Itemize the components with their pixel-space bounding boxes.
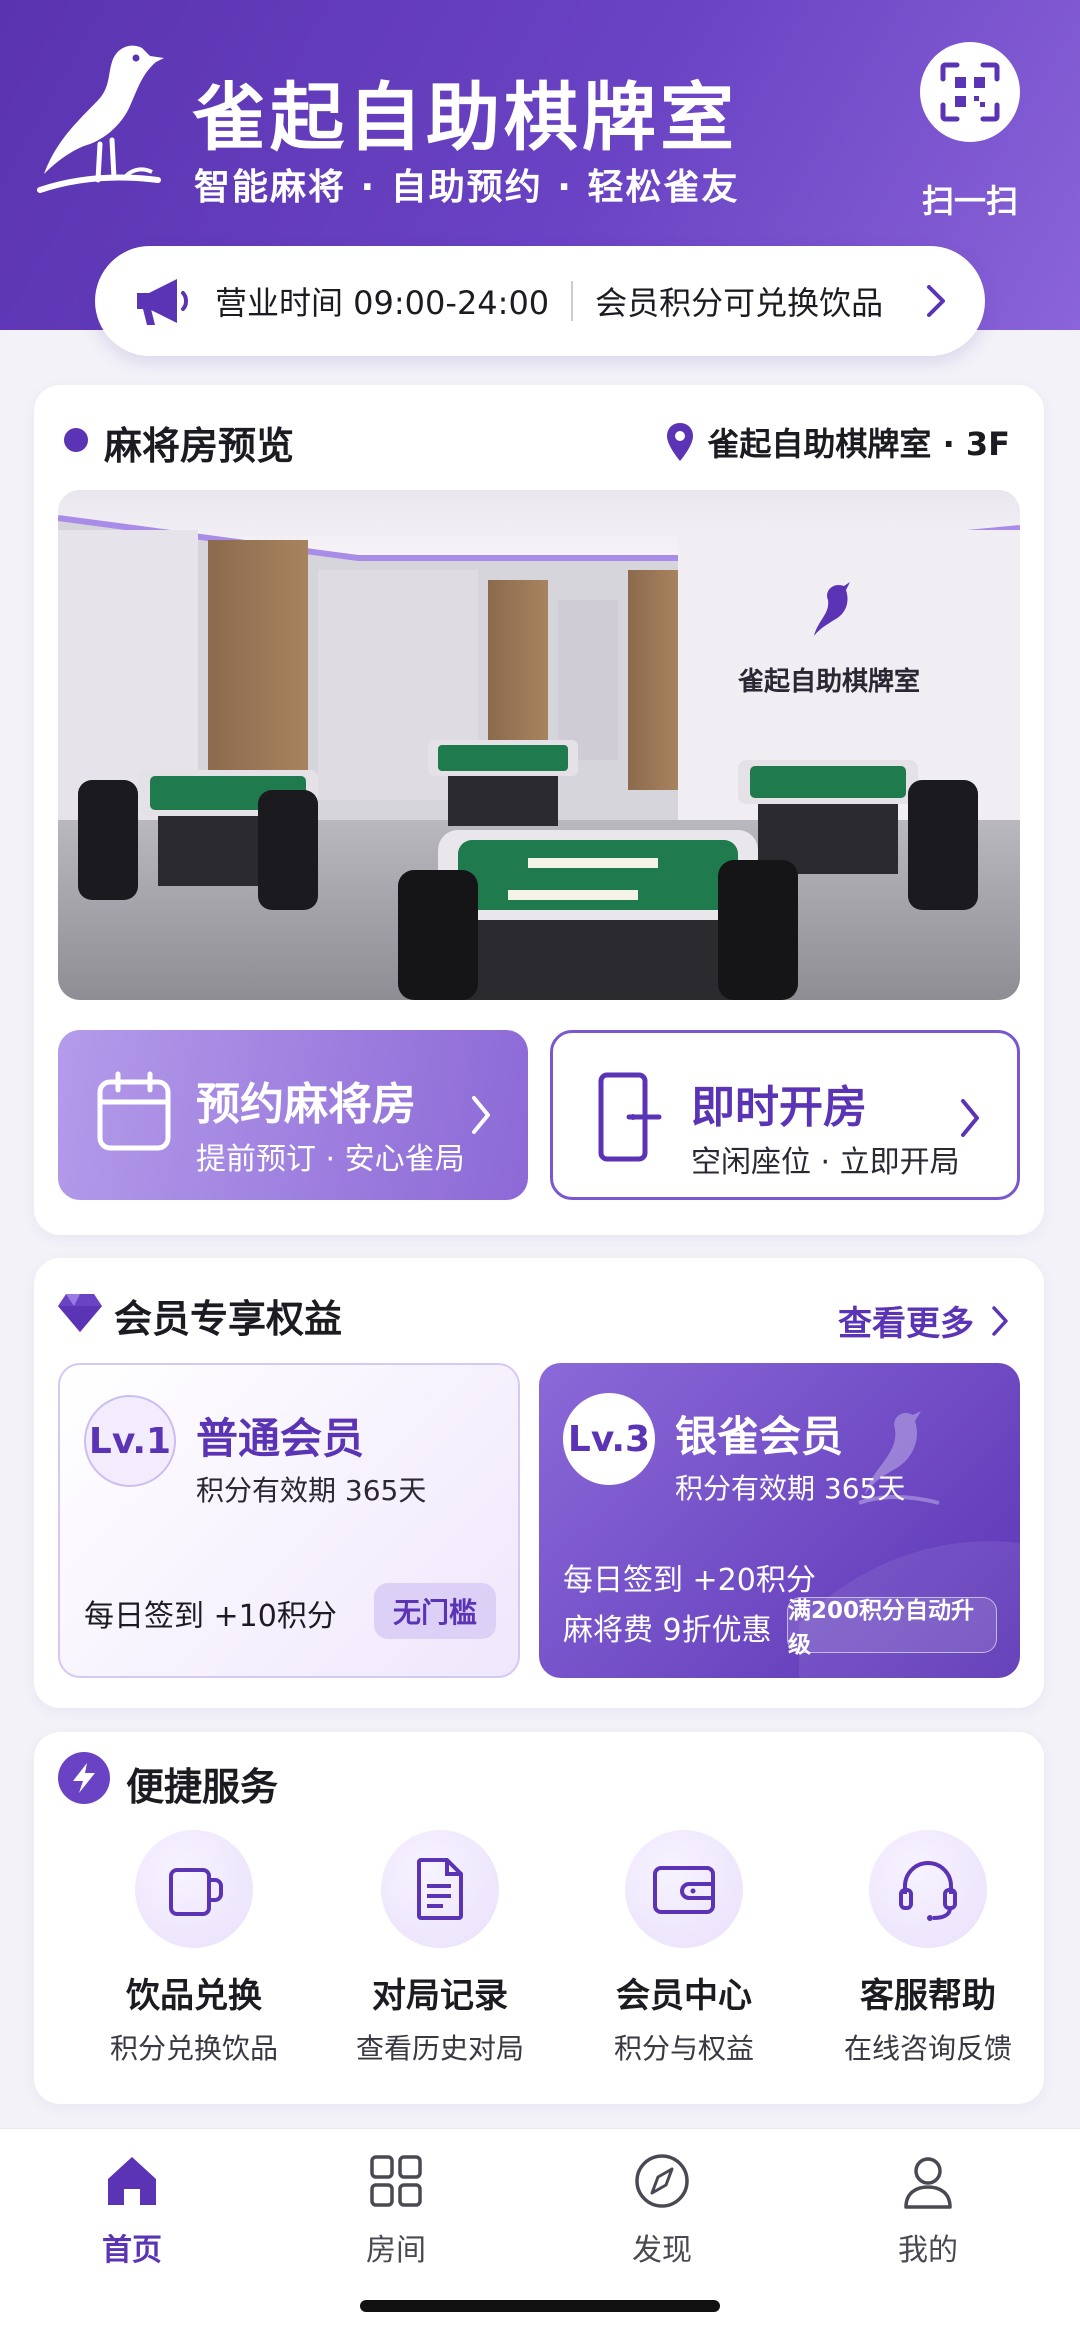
reserve-room-subtitle: 提前预订 · 安心雀局 bbox=[196, 1142, 465, 1177]
service-sub: 查看历史对局 bbox=[355, 2032, 524, 2065]
room-preview-title: 麻将房预览 bbox=[104, 424, 295, 468]
tab-label: 首页 bbox=[102, 2233, 162, 2268]
section-dot bbox=[64, 428, 88, 452]
tab-home[interactable]: 首页 bbox=[62, 2151, 202, 2269]
bird-logo-icon bbox=[37, 45, 164, 193]
door-icon bbox=[598, 1072, 662, 1162]
tier-perk: 每日签到 +10积分 bbox=[84, 1599, 337, 1634]
notice-divider bbox=[571, 281, 574, 321]
tab-label: 房间 bbox=[366, 2233, 426, 2268]
level-badge: Lv.3 bbox=[563, 1393, 655, 1485]
tier-name: 普通会员 bbox=[196, 1414, 365, 1463]
tier-tag: 无门槛 bbox=[374, 1583, 496, 1639]
notice-bar[interactable]: 营业时间 09:00-24:00 会员积分可兑换饮品 bbox=[95, 246, 985, 356]
service-sub: 积分与权益 bbox=[613, 2032, 754, 2065]
service-sub: 在线咨询反馈 bbox=[843, 2032, 1012, 2065]
services-card: 便捷服务 饮品兑换 积分兑换饮品 对局记录 查看历史对局 会员中心 积分与权益 … bbox=[34, 1732, 1044, 2104]
tab-profile[interactable]: 我的 bbox=[858, 2151, 998, 2269]
tier-tag: 满200积分自动升级 bbox=[787, 1597, 997, 1658]
level-badge: Lv.1 bbox=[84, 1395, 176, 1487]
tier-perk: 每日签到 +20积分 bbox=[563, 1563, 816, 1598]
cup-icon bbox=[169, 1868, 223, 1916]
diamond-icon bbox=[58, 1294, 102, 1332]
tier-name: 银雀会员 bbox=[675, 1412, 844, 1461]
scan-button[interactable] bbox=[920, 42, 1020, 142]
notice-message: 会员积分可兑换饮品 bbox=[595, 284, 884, 322]
service-sub: 积分兑换饮品 bbox=[109, 2032, 278, 2065]
tier-card-silver[interactable]: Lv.3 银雀会员 积分有效期 365天 每日签到 +20积分 麻将费 9折优惠… bbox=[539, 1363, 1020, 1678]
location-text: 雀起自助棋牌室 · 3F bbox=[707, 425, 1010, 463]
calendar-icon bbox=[97, 1071, 171, 1151]
reserve-room-button[interactable]: 预约麻将房 提前预订 · 安心雀局 bbox=[58, 1030, 528, 1200]
service-match-records[interactable]: 对局记录 查看历史对局 bbox=[330, 1830, 550, 2067]
tier-perk: 麻将费 9折优惠 bbox=[563, 1613, 772, 1648]
location-pin-icon bbox=[667, 423, 694, 461]
service-drink-exchange[interactable]: 饮品兑换 积分兑换饮品 bbox=[84, 1830, 304, 2067]
chevron-right-icon bbox=[472, 1096, 490, 1134]
tab-discover[interactable]: 发现 bbox=[592, 2151, 732, 2269]
membership-card: 会员专享权益 查看更多 Lv.1 普通会员 积分有效期 365天 每日签到 +1… bbox=[34, 1258, 1044, 1708]
business-hours: 营业时间 09:00-24:00 bbox=[215, 284, 550, 322]
home-indicator[interactable] bbox=[360, 2300, 720, 2312]
grid-icon bbox=[370, 2155, 422, 2207]
tier-card-basic[interactable]: Lv.1 普通会员 积分有效期 365天 每日签到 +10积分 无门槛 bbox=[58, 1363, 520, 1678]
lightning-icon bbox=[58, 1752, 110, 1804]
tab-label: 我的 bbox=[898, 2233, 958, 2268]
service-name: 客服帮助 bbox=[860, 1976, 996, 2016]
service-name: 饮品兑换 bbox=[126, 1976, 262, 2016]
user-icon bbox=[904, 2157, 952, 2209]
service-customer-help[interactable]: 客服帮助 在线咨询反馈 bbox=[818, 1830, 1038, 2067]
tier-validity: 积分有效期 365天 bbox=[196, 1474, 427, 1507]
tab-label: 发现 bbox=[632, 2233, 692, 2268]
app-subtitle: 智能麻将 · 自助预约 · 轻松雀友 bbox=[194, 167, 740, 208]
tab-rooms[interactable]: 房间 bbox=[326, 2151, 466, 2269]
service-member-center[interactable]: 会员中心 积分与权益 bbox=[574, 1830, 794, 2067]
tier-validity: 积分有效期 365天 bbox=[675, 1472, 906, 1505]
qr-scan-icon bbox=[940, 62, 1000, 122]
wallet-icon bbox=[653, 1866, 715, 1914]
service-name: 会员中心 bbox=[616, 1976, 752, 2016]
instant-open-subtitle: 空闲座位 · 立即开局 bbox=[691, 1145, 960, 1180]
membership-title: 会员专享权益 bbox=[114, 1297, 343, 1341]
room-preview-card: 麻将房预览 雀起自助棋牌室 · 3F 雀起自助棋牌室 预约麻将房 提前预订 · … bbox=[34, 385, 1044, 1235]
service-name: 对局记录 bbox=[372, 1976, 508, 2016]
instant-open-button[interactable]: 即时开房 空闲座位 · 立即开局 bbox=[550, 1030, 1020, 1200]
reserve-room-title: 预约麻将房 bbox=[196, 1079, 416, 1130]
chevron-right-icon bbox=[927, 285, 945, 317]
home-icon bbox=[108, 2157, 156, 2205]
megaphone-icon bbox=[137, 279, 188, 325]
instant-open-title: 即时开房 bbox=[691, 1082, 867, 1133]
app-title: 雀起自助棋牌室 bbox=[192, 75, 738, 161]
headset-icon bbox=[899, 1861, 957, 1921]
services-title: 便捷服务 bbox=[126, 1765, 279, 1809]
mahjong-room-image: 雀起自助棋牌室 bbox=[58, 490, 1020, 1000]
view-more-text: 查看更多 bbox=[838, 1304, 974, 1344]
compass-icon bbox=[635, 2154, 689, 2208]
chevron-right-icon bbox=[992, 1305, 1008, 1336]
wall-logo-text: 雀起自助棋牌室 bbox=[738, 666, 920, 697]
location[interactable]: 雀起自助棋牌室 · 3F bbox=[665, 419, 1010, 465]
view-more-link[interactable]: 查看更多 bbox=[838, 1296, 1010, 1345]
scan-label[interactable]: 扫一扫 bbox=[900, 176, 1040, 222]
document-icon bbox=[417, 1858, 463, 1920]
room-photo[interactable]: 雀起自助棋牌室 bbox=[58, 490, 1020, 1000]
chevron-right-icon bbox=[961, 1099, 979, 1137]
